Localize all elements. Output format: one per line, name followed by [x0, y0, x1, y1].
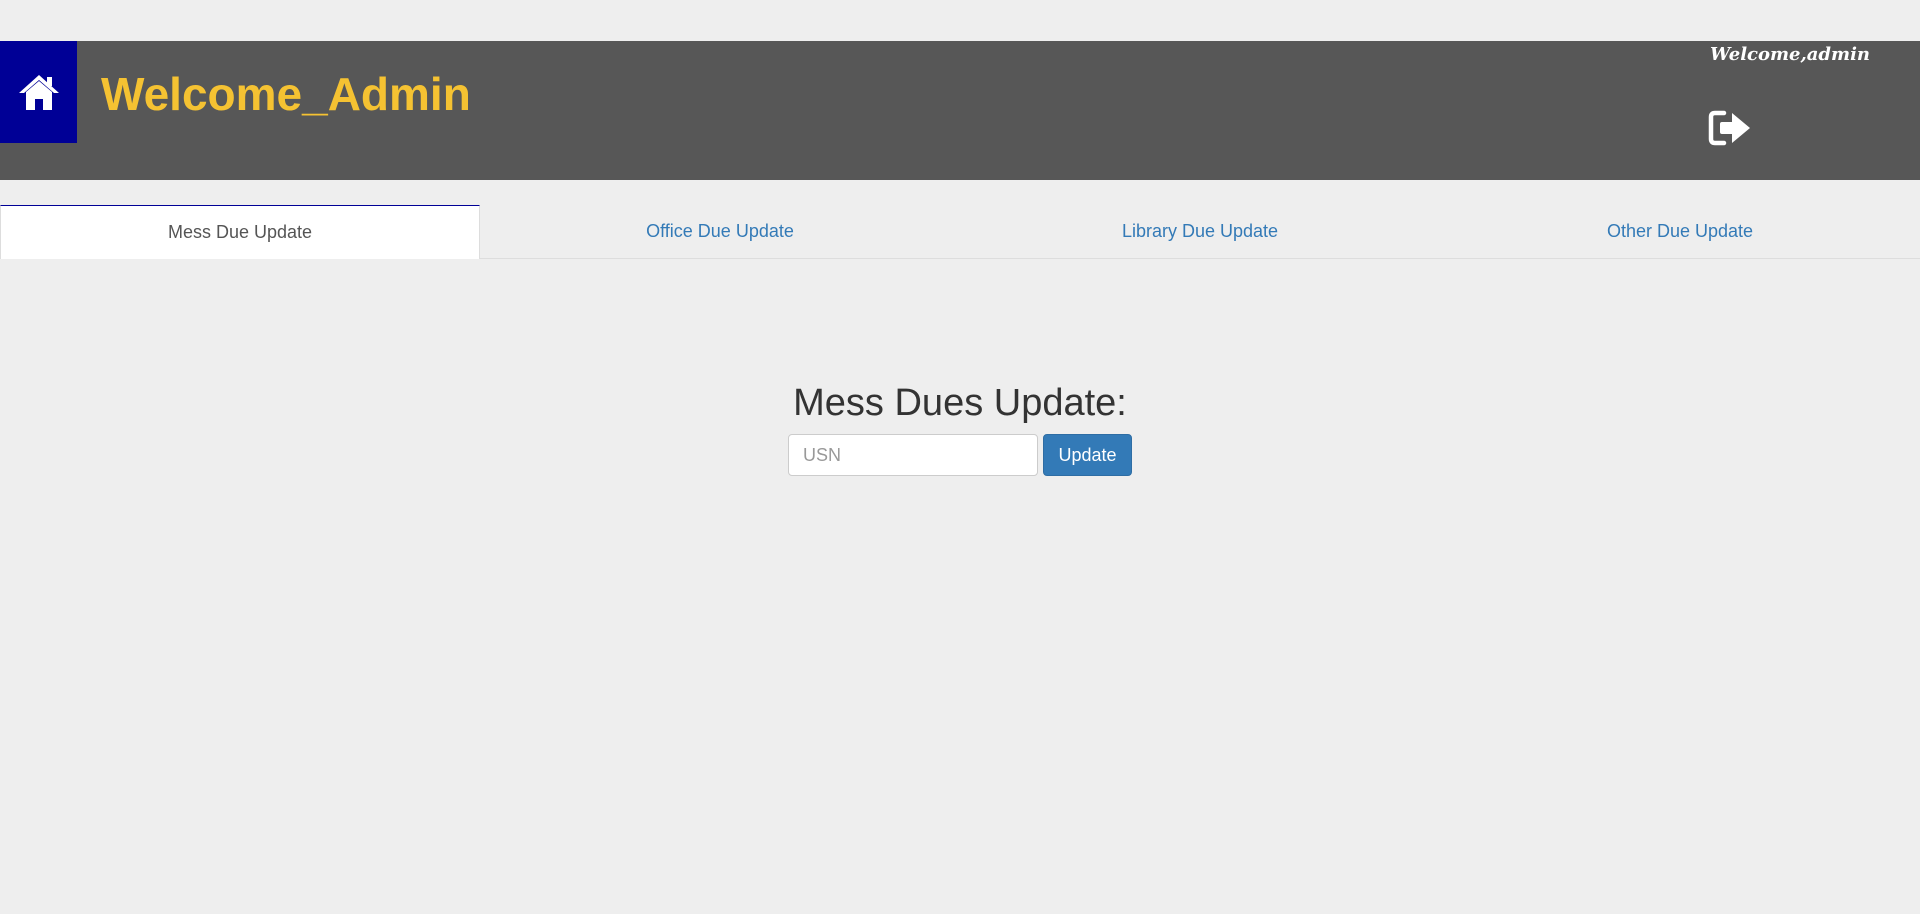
tab-mess-due-update[interactable]: Mess Due Update: [0, 205, 480, 259]
header-bar: Welcome_Admin Welcome,admin: [0, 41, 1920, 180]
tab-office-due-update[interactable]: Office Due Update: [480, 205, 960, 258]
home-icon: [18, 75, 59, 110]
page-title: Welcome_Admin: [101, 68, 471, 120]
tab-library-due-update[interactable]: Library Due Update: [960, 205, 1440, 258]
due-update-tabs: Mess Due Update Office Due Update Librar…: [0, 205, 1920, 259]
mess-dues-form: Mess Dues Update: Update: [0, 378, 1920, 476]
usn-input[interactable]: [788, 434, 1038, 476]
tab-other-due-update[interactable]: Other Due Update: [1440, 205, 1920, 258]
logout-button[interactable]: [1708, 109, 1752, 147]
form-row: Update: [0, 434, 1920, 476]
form-heading: Mess Dues Update:: [793, 382, 1127, 424]
top-gap: [0, 0, 1920, 41]
update-button[interactable]: Update: [1043, 434, 1132, 476]
sign-out-icon: [1708, 110, 1750, 146]
welcome-user-text: Welcome,admin: [1710, 44, 1870, 65]
home-button[interactable]: [0, 41, 77, 143]
